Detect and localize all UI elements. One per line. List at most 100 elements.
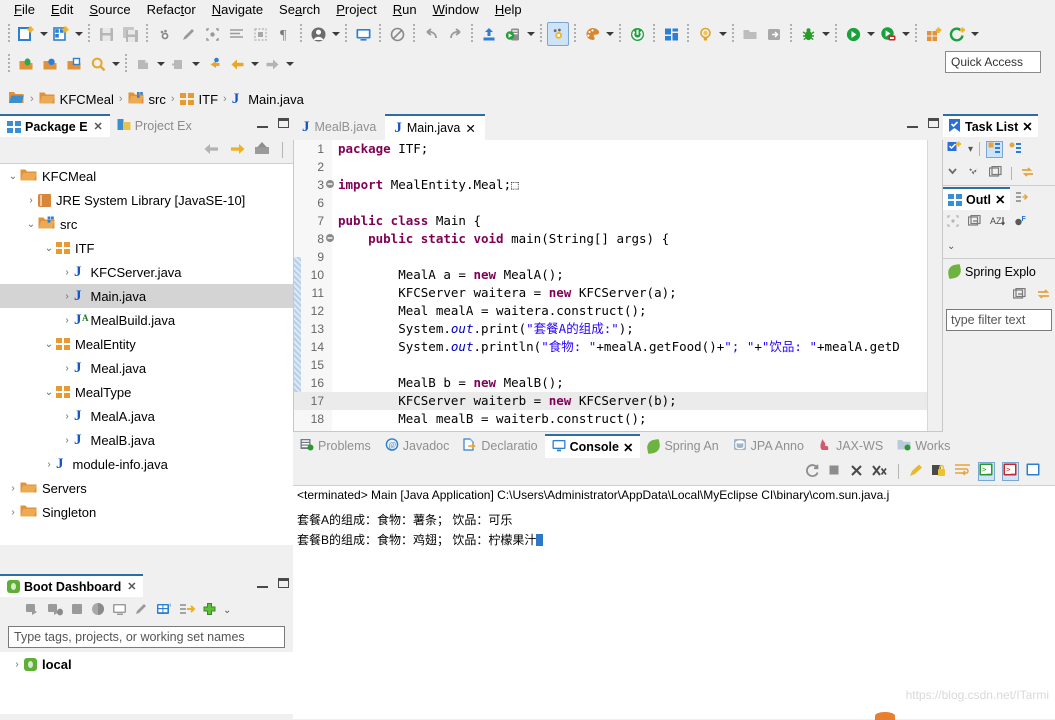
menu-item-help[interactable]: Help [487, 1, 530, 19]
undo-icon[interactable] [420, 22, 442, 46]
close-icon[interactable]: ✕ [94, 120, 103, 133]
marker-box-icon[interactable] [249, 22, 271, 46]
remove-launch-icon[interactable] [849, 463, 864, 480]
tab-outline[interactable]: Outl ✕ [943, 187, 1011, 210]
redo-icon[interactable] [444, 22, 466, 46]
debug-dropdown[interactable] [820, 22, 831, 46]
code-line[interactable]: 3 import MealEntity.Meal;⬚ [294, 176, 942, 194]
run-stop-icon[interactable] [877, 22, 899, 46]
boot-dashboard-tree[interactable]: › local [0, 652, 293, 714]
tag-icon[interactable] [179, 602, 196, 619]
tree-item-servers[interactable]: › Servers [0, 476, 293, 500]
back-dropdown[interactable] [249, 52, 260, 76]
editor-tab-mealb-java[interactable]: J MealB.java [293, 114, 385, 140]
tab-console[interactable]: Console ✕ [544, 434, 641, 458]
link-editor-icon[interactable] [1015, 191, 1029, 206]
menu-item-edit[interactable]: Edit [43, 1, 81, 19]
scroll-lock-icon[interactable] [931, 463, 947, 481]
quick-access-input[interactable]: Quick Access [945, 51, 1041, 73]
new-task-icon[interactable] [947, 141, 962, 158]
tree-item-singleton[interactable]: › Singleton [0, 500, 293, 524]
pin-console-icon[interactable] [1026, 463, 1041, 480]
maximize-icon[interactable] [278, 577, 289, 588]
add-icon[interactable] [202, 602, 217, 619]
export-icon[interactable] [478, 22, 500, 46]
tree-item-mealbuild-java[interactable]: › JA MealBuild.java [0, 308, 293, 332]
user-dropdown[interactable] [330, 22, 341, 46]
focus-icon[interactable] [201, 22, 223, 46]
menu-item-search[interactable]: Search [271, 1, 328, 19]
user-icon[interactable] [307, 22, 329, 46]
code-line[interactable]: 9 [294, 248, 942, 266]
open-type-icon[interactable] [15, 52, 37, 76]
package-explorer-tree[interactable]: ⌄ KFCMeal › JRE System Library [JavaSE-1… [0, 163, 293, 545]
tree-item-jre-library[interactable]: › JRE System Library [JavaSE-10] [0, 188, 293, 212]
console-output[interactable]: <terminated> Main [Java Application] C:\… [293, 485, 1055, 719]
forward-icon[interactable] [261, 52, 283, 76]
monitor-icon[interactable] [352, 22, 374, 46]
workspace-folder-icon[interactable] [8, 90, 25, 108]
view-menu-chevron-icon[interactable]: ⌄ [947, 241, 955, 252]
twisty-collapsed-icon[interactable]: › [60, 411, 74, 422]
outline-link-editor[interactable] [1010, 187, 1033, 210]
twisty-expanded-icon[interactable]: ⌄ [42, 243, 56, 254]
tab-spring-explorer[interactable]: Spring Explo [943, 260, 1041, 283]
code-line[interactable]: 1 package ITF; [294, 140, 942, 158]
tree-item-meala-java[interactable]: › J MealA.java [0, 404, 293, 428]
maximize-icon[interactable] [928, 117, 939, 128]
debug-start-icon[interactable] [47, 601, 64, 619]
code-line[interactable]: 13 System.out.print("套餐A的组成:"); [294, 320, 942, 338]
twisty-collapsed-icon[interactable]: › [60, 291, 74, 302]
palette-dropdown[interactable] [604, 22, 615, 46]
close-icon[interactable]: ✕ [465, 121, 475, 136]
tab-task-list[interactable]: Task List ✕ [943, 114, 1038, 137]
new-file-dropdown[interactable] [38, 22, 49, 46]
tab-jpa-annotations[interactable]: JPA Anno [726, 434, 811, 458]
task-dropdown-icon[interactable]: ▾ [968, 144, 973, 155]
next-annotation-dropdown[interactable] [155, 52, 166, 76]
pilcrow-icon[interactable]: ¶ [273, 22, 295, 46]
open-resource-icon[interactable] [39, 52, 61, 76]
expand-all-icon[interactable] [968, 166, 981, 181]
tab-project-explorer[interactable]: Project Ex [110, 114, 199, 137]
edit-config-icon[interactable] [134, 602, 150, 619]
menu-item-run[interactable]: Run [385, 1, 425, 19]
new-module-icon[interactable] [922, 22, 944, 46]
code-line[interactable]: 11 KFCServer waitera = new KFCServer(a); [294, 284, 942, 302]
boot-dashboard-item-local[interactable]: › local [0, 652, 293, 676]
twisty-expanded-icon[interactable]: ⌄ [6, 171, 20, 182]
collapse-up-icon[interactable] [253, 141, 271, 159]
collapse-all-icon[interactable] [1012, 287, 1027, 303]
server-icon[interactable] [502, 22, 524, 46]
code-line[interactable]: 2 [294, 158, 942, 176]
toggle-breakpoint-icon[interactable] [153, 22, 175, 46]
prev-annotation-icon[interactable] [167, 52, 189, 76]
twisty-collapsed-icon[interactable]: › [60, 267, 74, 278]
start-icon[interactable] [24, 601, 41, 619]
boot-dashboard-filter-input[interactable]: Type tags, projects, or working set name… [8, 626, 285, 648]
twisty-collapsed-icon[interactable]: › [10, 659, 24, 670]
power-icon[interactable] [626, 22, 648, 46]
edit-pencil-icon[interactable] [177, 22, 199, 46]
maximize-icon[interactable] [278, 117, 289, 128]
code-line[interactable]: 14 System.out.println("食物: "+mealA.getFo… [294, 338, 942, 356]
save-all-icon[interactable] [119, 22, 141, 46]
code-line[interactable]: 7 public class Main { [294, 212, 942, 230]
tab-workspace[interactable]: Works [890, 434, 957, 458]
tab-package-explorer[interactable]: Package E ✕ [0, 114, 110, 137]
forward-dropdown[interactable] [284, 52, 295, 76]
collapse-all-icon[interactable] [947, 166, 960, 181]
twisty-collapsed-icon[interactable]: › [60, 315, 74, 326]
back-marked-icon[interactable] [202, 52, 224, 76]
next-annotation-icon[interactable] [132, 52, 154, 76]
save-icon[interactable] [95, 22, 117, 46]
properties-icon[interactable]: ³ [156, 602, 173, 619]
tab-spring-annotations[interactable]: Spring An [640, 434, 725, 458]
tree-item-meal-java[interactable]: › J Meal.java [0, 356, 293, 380]
hide-fields-icon[interactable]: F [1014, 215, 1028, 230]
stop-icon[interactable] [70, 602, 85, 619]
menu-chevron-icon[interactable]: ⌄ [223, 605, 231, 616]
editor-vertical-scrollbar[interactable] [927, 140, 942, 431]
palette-icon[interactable] [581, 22, 603, 46]
tree-item-mealb-java[interactable]: › J MealB.java [0, 428, 293, 452]
